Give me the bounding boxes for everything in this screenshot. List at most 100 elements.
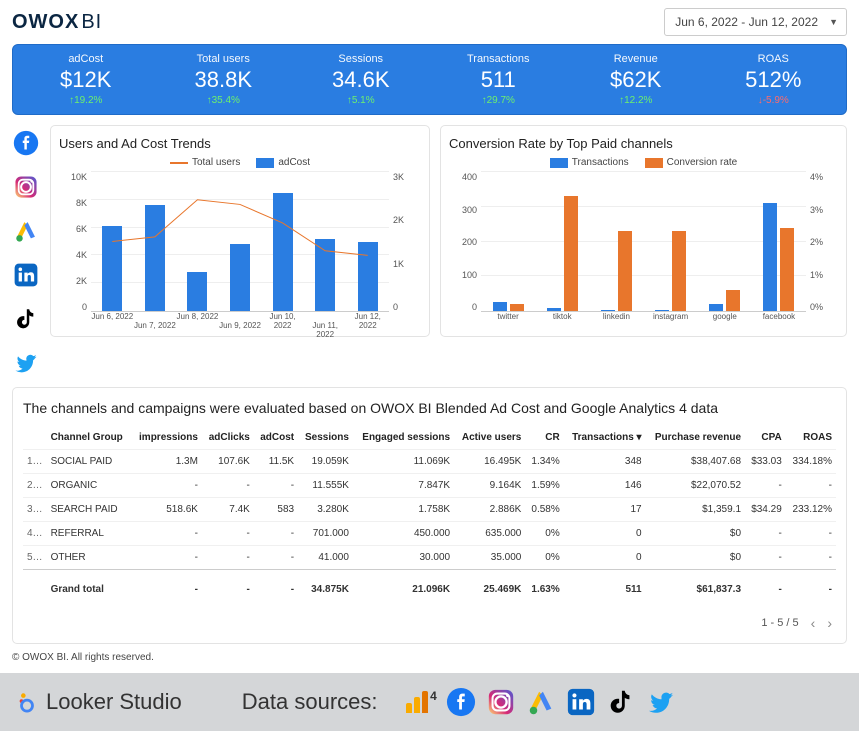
chart-users-adcost: 10K8K6K4K2K03K2K1K0Jun 6, 2022Jun 7, 202… xyxy=(63,172,417,332)
kpi-card[interactable]: Transactions 511 29.7% xyxy=(430,53,568,106)
kpi-title: Total users xyxy=(155,53,293,65)
pager-next-icon[interactable]: › xyxy=(827,615,832,631)
bar xyxy=(672,231,686,311)
facebook-icon[interactable] xyxy=(12,129,40,157)
panel-conversion: Conversion Rate by Top Paid channels Tra… xyxy=(440,125,847,337)
kpi-delta: 19.2% xyxy=(17,95,155,106)
logo: OWOXBI xyxy=(12,11,102,34)
data-source-icons: 4 xyxy=(406,687,676,717)
table-row[interactable]: 1…SOCIAL PAID1.3M107.6K11.5K19.059K11.06… xyxy=(23,450,836,474)
bar xyxy=(601,310,615,311)
pager-text: 1 - 5 / 5 xyxy=(761,617,798,629)
looker-label: Looker Studio xyxy=(46,689,182,715)
kpi-card[interactable]: Revenue $62K 12.2% xyxy=(567,53,705,106)
kpi-value: 34.6K xyxy=(292,67,430,93)
bar xyxy=(655,310,669,311)
bar xyxy=(510,304,524,311)
bar xyxy=(618,231,632,311)
col-header[interactable]: impressions xyxy=(131,426,202,450)
col-header[interactable]: Sessions xyxy=(298,426,353,450)
pager-prev-icon[interactable]: ‹ xyxy=(811,615,816,631)
logo-sub: BI xyxy=(81,11,102,33)
chevron-down-icon: ▼ xyxy=(829,17,838,27)
table-row[interactable]: 4…REFERRAL---701.000450.000635.0000%0$0-… xyxy=(23,522,836,546)
panel-users-adcost: Users and Ad Cost Trends Total users adC… xyxy=(50,125,430,337)
google-ads-icon[interactable] xyxy=(12,217,40,245)
google-ads-icon xyxy=(526,687,556,717)
instagram-icon[interactable] xyxy=(12,173,40,201)
table-pager: 1 - 5 / 5 ‹ › xyxy=(23,609,836,637)
table-total-row: Grand total---34.875K21.096K25.469K1.63%… xyxy=(23,570,836,610)
linkedin-icon xyxy=(566,687,596,717)
date-range-text: Jun 6, 2022 - Jun 12, 2022 xyxy=(675,15,818,29)
bar xyxy=(493,302,507,311)
twitter-icon[interactable] xyxy=(12,349,40,377)
bottom-bar: Looker Studio Data sources: 4 xyxy=(0,673,859,731)
looker-icon xyxy=(16,691,38,713)
linkedin-icon[interactable] xyxy=(12,261,40,289)
tiktok-icon xyxy=(606,687,636,717)
kpi-title: Sessions xyxy=(292,53,430,65)
col-header[interactable]: adCost xyxy=(254,426,298,450)
kpi-value: 511 xyxy=(430,67,568,93)
social-rail xyxy=(12,125,40,377)
bar xyxy=(726,290,740,311)
legend-item: Total users xyxy=(170,157,240,168)
col-header[interactable]: Transactions ▾ xyxy=(564,426,646,450)
bar xyxy=(709,304,723,311)
bar xyxy=(547,308,561,311)
y-axis-right: 3K2K1K0 xyxy=(393,172,417,312)
kpi-card[interactable]: Total users 38.8K 35.4% xyxy=(155,53,293,106)
table-row[interactable]: 2…ORGANIC---11.555K7.847K9.164K1.59%146$… xyxy=(23,474,836,498)
col-header[interactable]: adClicks xyxy=(202,426,254,450)
chart-conversion: 4003002001000 4%3%2%1%0%twittertiktoklink… xyxy=(453,172,834,332)
col-header[interactable]: ROAS xyxy=(786,426,836,450)
channels-table: Channel GroupimpressionsadClicksadCostSe… xyxy=(23,426,836,609)
table-row[interactable]: 3…SEARCH PAID518.6K7.4K5833.280K1.758K2.… xyxy=(23,498,836,522)
kpi-value: 512% xyxy=(705,67,843,93)
bar xyxy=(564,196,578,311)
kpi-title: Revenue xyxy=(567,53,705,65)
bar xyxy=(763,203,777,311)
kpi-bar: adCost $12K 19.2% Total users 38.8K 35.4… xyxy=(12,44,847,115)
legend-item: Transactions xyxy=(550,157,629,168)
instagram-icon xyxy=(486,687,516,717)
col-header[interactable]: Engaged sessions xyxy=(353,426,454,450)
kpi-delta: 5.1% xyxy=(292,95,430,106)
tiktok-icon[interactable] xyxy=(12,305,40,333)
col-header[interactable]: CPA xyxy=(745,426,786,450)
y-axis-left: 4003002001000 xyxy=(453,172,477,312)
table-caption: The channels and campaigns were evaluate… xyxy=(23,400,836,416)
panel-title: Users and Ad Cost Trends xyxy=(59,136,421,151)
facebook-icon xyxy=(446,687,476,717)
col-header[interactable]: CR xyxy=(525,426,563,450)
looker-studio-brand: Looker Studio xyxy=(16,689,182,715)
kpi-delta: 12.2% xyxy=(567,95,705,106)
x-axis: twittertiktoklinkedininstagramgoogleface… xyxy=(481,312,806,332)
twitter-icon xyxy=(646,687,676,717)
kpi-title: adCost xyxy=(17,53,155,65)
footer-copyright: © OWOX BI. All rights reserved. xyxy=(12,644,847,673)
kpi-value: $62K xyxy=(567,67,705,93)
table-row[interactable]: 5…OTHER---41.00030.00035.0000%0$0-- xyxy=(23,546,836,570)
logo-main: OWOX xyxy=(12,11,79,33)
kpi-title: ROAS xyxy=(705,53,843,65)
y-axis-left: 10K8K6K4K2K0 xyxy=(63,172,87,312)
kpi-delta: 29.7% xyxy=(430,95,568,106)
kpi-value: 38.8K xyxy=(155,67,293,93)
col-header[interactable]: Active users xyxy=(454,426,525,450)
date-range-picker[interactable]: Jun 6, 2022 - Jun 12, 2022 ▼ xyxy=(664,8,847,36)
kpi-delta: 35.4% xyxy=(155,95,293,106)
line-overlay xyxy=(91,172,389,311)
col-header[interactable]: Channel Group xyxy=(47,426,132,450)
kpi-card[interactable]: adCost $12K 19.2% xyxy=(17,53,155,106)
bars xyxy=(481,172,806,311)
ga4-icon: 4 xyxy=(406,687,436,717)
bar xyxy=(780,228,794,311)
kpi-value: $12K xyxy=(17,67,155,93)
kpi-card[interactable]: Sessions 34.6K 5.1% xyxy=(292,53,430,106)
y-axis-right: 4%3%2%1%0% xyxy=(810,172,834,312)
kpi-card[interactable]: ROAS 512% -5.9% xyxy=(705,53,843,106)
col-header[interactable]: Purchase revenue xyxy=(646,426,745,450)
legend-item: Conversion rate xyxy=(645,157,738,168)
